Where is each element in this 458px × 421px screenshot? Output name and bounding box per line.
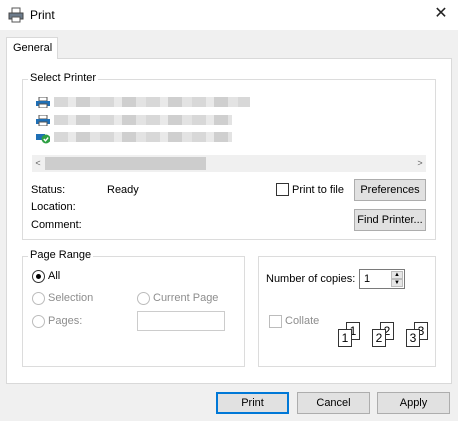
collate-page-icon: 3 <box>406 329 420 347</box>
printer-list-item[interactable] <box>36 96 250 108</box>
selection-label[interactable]: Selection <box>48 292 93 304</box>
printer-default-icon <box>36 132 51 143</box>
printer-icon <box>8 7 24 23</box>
collate-checkbox[interactable] <box>269 315 282 328</box>
printer-list-item[interactable] <box>36 131 232 143</box>
print-button[interactable]: Print <box>216 392 289 414</box>
print-to-file-text: Print to file <box>292 184 344 196</box>
pages-radio[interactable] <box>32 315 45 328</box>
pages-input[interactable] <box>137 311 225 331</box>
comment-label: Comment: <box>31 219 82 231</box>
select-printer-legend: Select Printer <box>28 72 99 84</box>
spin-down-icon[interactable]: ▼ <box>391 279 403 287</box>
window-title: Print <box>30 8 55 22</box>
all-radio[interactable] <box>32 270 45 283</box>
collate-page-icon: 2 <box>372 329 386 347</box>
status-value: Ready <box>107 184 139 196</box>
scroll-right-icon[interactable]: > <box>414 156 426 171</box>
printer-name-redacted <box>54 115 232 125</box>
page-range-legend: Page Range <box>28 249 94 261</box>
printer-name-redacted <box>54 97 250 107</box>
collate-page-icon: 1 <box>338 329 352 347</box>
preferences-button[interactable]: Preferences <box>354 179 426 201</box>
printer-name-redacted <box>54 132 232 142</box>
copies-value[interactable]: 1 <box>364 273 370 285</box>
find-printer-button[interactable]: Find Printer... <box>354 209 426 231</box>
selection-radio[interactable] <box>32 292 45 305</box>
printer-list-scrollbar[interactable]: < > <box>32 155 426 172</box>
print-to-file-checkbox[interactable] <box>276 183 289 196</box>
close-icon[interactable]: ✕ <box>428 4 454 26</box>
status-label: Status: <box>31 184 66 196</box>
scrollbar-thumb[interactable] <box>45 157 206 170</box>
number-of-copies-label: Number of copies: <box>266 273 356 285</box>
cancel-button[interactable]: Cancel <box>297 392 370 414</box>
pages-label[interactable]: Pages: <box>48 315 82 327</box>
scroll-left-icon[interactable]: < <box>32 156 44 171</box>
title-bar <box>0 0 458 30</box>
current-page-radio[interactable] <box>137 292 150 305</box>
tab-general[interactable]: General <box>6 37 58 59</box>
apply-button[interactable]: Apply <box>377 392 450 414</box>
printer-icon <box>36 96 50 108</box>
current-page-label[interactable]: Current Page <box>153 292 218 304</box>
copies-spinner[interactable]: 1 ▲ ▼ <box>359 269 405 289</box>
print-to-file-label[interactable]: Print to file <box>292 184 344 196</box>
location-label: Location: <box>31 201 76 213</box>
collate-label[interactable]: Collate <box>285 315 319 327</box>
spin-up-icon[interactable]: ▲ <box>391 271 403 279</box>
all-label[interactable]: All <box>48 270 60 282</box>
printer-list-item[interactable] <box>36 114 232 126</box>
printer-icon <box>36 114 50 126</box>
